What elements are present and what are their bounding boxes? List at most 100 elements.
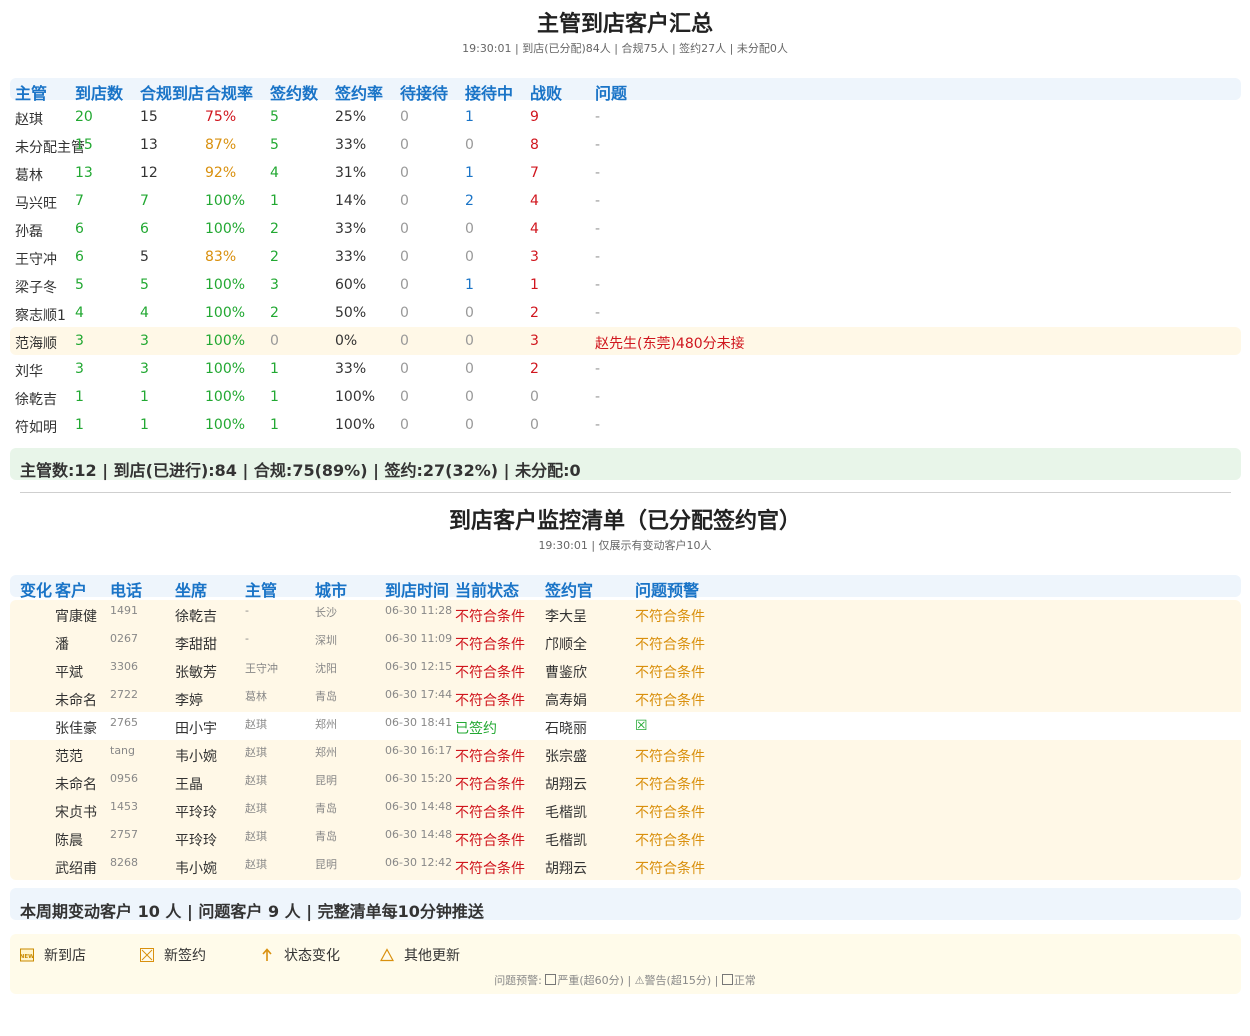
supervisor-name: 葛林 <box>15 168 43 184</box>
hdr-waiting: 待接待 <box>400 84 449 103</box>
supervisor: 葛林 <box>245 690 267 703</box>
legend-item-other: 其他更新 <box>380 945 460 965</box>
current-status: 不符合条件 <box>455 777 525 793</box>
customer-name: 潘 <box>55 637 69 653</box>
sign-rate: 60% <box>335 277 367 293</box>
supervisor: 赵琪 <box>245 774 267 787</box>
current-status: 不符合条件 <box>455 609 525 625</box>
hdr-signing-officer: 签约官 <box>545 581 594 600</box>
hdr-phone: 电话 <box>110 581 143 600</box>
lost: 4 <box>530 193 539 209</box>
lost: 4 <box>530 221 539 237</box>
arrivals: 6 <box>75 249 84 265</box>
compliance-rate: 92% <box>205 165 237 181</box>
warning: 不符合条件 <box>635 693 705 709</box>
summary-title: 主管到店客户汇总 <box>536 12 713 37</box>
svg-text:NEW: NEW <box>20 954 34 960</box>
arrivals: 6 <box>75 221 84 237</box>
current-status: 不符合条件 <box>455 665 525 681</box>
monitor-title: 到店客户监控清单（已分配签约官） <box>448 509 801 534</box>
hdr-lost: 战败 <box>530 84 563 103</box>
lost: 7 <box>530 165 539 181</box>
signed: 1 <box>270 417 279 433</box>
city: 青岛 <box>315 690 337 703</box>
receiving: 0 <box>465 137 474 153</box>
waiting: 0 <box>400 305 409 321</box>
sign-rate: 100% <box>335 417 376 433</box>
arrival-time: 06-30 14:48 <box>385 828 453 841</box>
warning: 不符合条件 <box>635 637 705 653</box>
supervisor: 赵琪 <box>245 746 267 759</box>
hdr-issue: 问题 <box>595 84 628 103</box>
sign-rate: 100% <box>335 389 376 405</box>
arrival-time: 06-30 18:41 <box>385 716 453 729</box>
issue: - <box>595 221 601 237</box>
triangle-icon <box>380 948 394 962</box>
hdr-current-status: 当前状态 <box>455 581 520 600</box>
compliance-rate: 100% <box>205 193 246 209</box>
current-status: 不符合条件 <box>455 637 525 653</box>
supervisor: 赵琪 <box>245 830 267 843</box>
agent: 李甜甜 <box>175 637 217 653</box>
issue: - <box>595 277 601 293</box>
arrivals: 20 <box>75 109 93 125</box>
lost: 2 <box>530 361 539 377</box>
warn-alert: ⚠警告(超15分) | <box>634 974 722 987</box>
phone: 2722 <box>110 688 138 701</box>
signed: 2 <box>270 249 279 265</box>
customer-name: 武绍甫 <box>55 861 97 877</box>
warn-severe: 严重(超60分) | <box>557 974 635 987</box>
signed: 0 <box>270 333 279 349</box>
summary-footer-text: 主管数:12 | 到店(已进行):84 | 合规:75(89%) | 签约:27… <box>20 461 581 480</box>
waiting: 0 <box>400 389 409 405</box>
receiving: 0 <box>465 305 474 321</box>
issue: 赵先生(东莞)480分未接 <box>595 336 745 352</box>
arrival-time: 06-30 17:44 <box>385 688 453 701</box>
signed: 1 <box>270 389 279 405</box>
arrivals: 15 <box>75 137 93 153</box>
phone: 0267 <box>110 632 138 645</box>
compliance-rate: 83% <box>205 249 237 265</box>
receiving: 0 <box>465 361 474 377</box>
hdr-arrival-time: 到店时间 <box>385 581 450 600</box>
receiving: 2 <box>465 193 474 209</box>
receiving: 0 <box>465 333 474 349</box>
signing-officer: 李大呈 <box>545 609 587 625</box>
arrivals: 5 <box>75 277 84 293</box>
compliant: 15 <box>140 109 158 125</box>
signing-officer: 高寿娟 <box>545 693 587 709</box>
signed: 5 <box>270 109 279 125</box>
supervisor-name: 符如明 <box>15 420 57 436</box>
compliant: 1 <box>140 389 149 405</box>
city: 青岛 <box>315 802 337 815</box>
agent: 张敏芳 <box>175 665 217 681</box>
signing-officer: 石晓丽 <box>545 721 587 737</box>
compliance-rate: 87% <box>205 137 237 153</box>
customer-name: 宵康健 <box>55 609 97 625</box>
lost: 9 <box>530 109 539 125</box>
arrivals: 3 <box>75 333 84 349</box>
phone: 2765 <box>110 716 138 729</box>
supervisor: 王守冲 <box>245 662 278 675</box>
signed: 4 <box>270 165 279 181</box>
sign-rate: 50% <box>335 305 367 321</box>
compliance-rate: 100% <box>205 277 246 293</box>
supervisor-name: 马兴旺 <box>15 196 57 212</box>
signing-officer: 邝顺全 <box>545 637 587 653</box>
hdr-sign-rate: 签约率 <box>335 84 384 103</box>
lost: 0 <box>530 389 539 405</box>
normal-box-icon <box>721 974 733 985</box>
sign-rate: 33% <box>335 249 367 265</box>
agent: 韦小婉 <box>175 749 217 765</box>
hdr-customer: 客户 <box>55 581 88 600</box>
hdr-supervisor: 主管 <box>15 84 48 103</box>
customer-name: 宋贞书 <box>55 805 97 821</box>
warning: 不符合条件 <box>635 777 705 793</box>
hdr-change: 变化 <box>20 581 53 600</box>
monitor-subtitle: 19:30:01 | 仅展示有变动客户10人 <box>538 539 712 552</box>
waiting: 0 <box>400 249 409 265</box>
sign-rate: 14% <box>335 193 367 209</box>
lost: 0 <box>530 417 539 433</box>
waiting: 0 <box>400 165 409 181</box>
legend-label-new: 新到店 <box>44 948 86 964</box>
